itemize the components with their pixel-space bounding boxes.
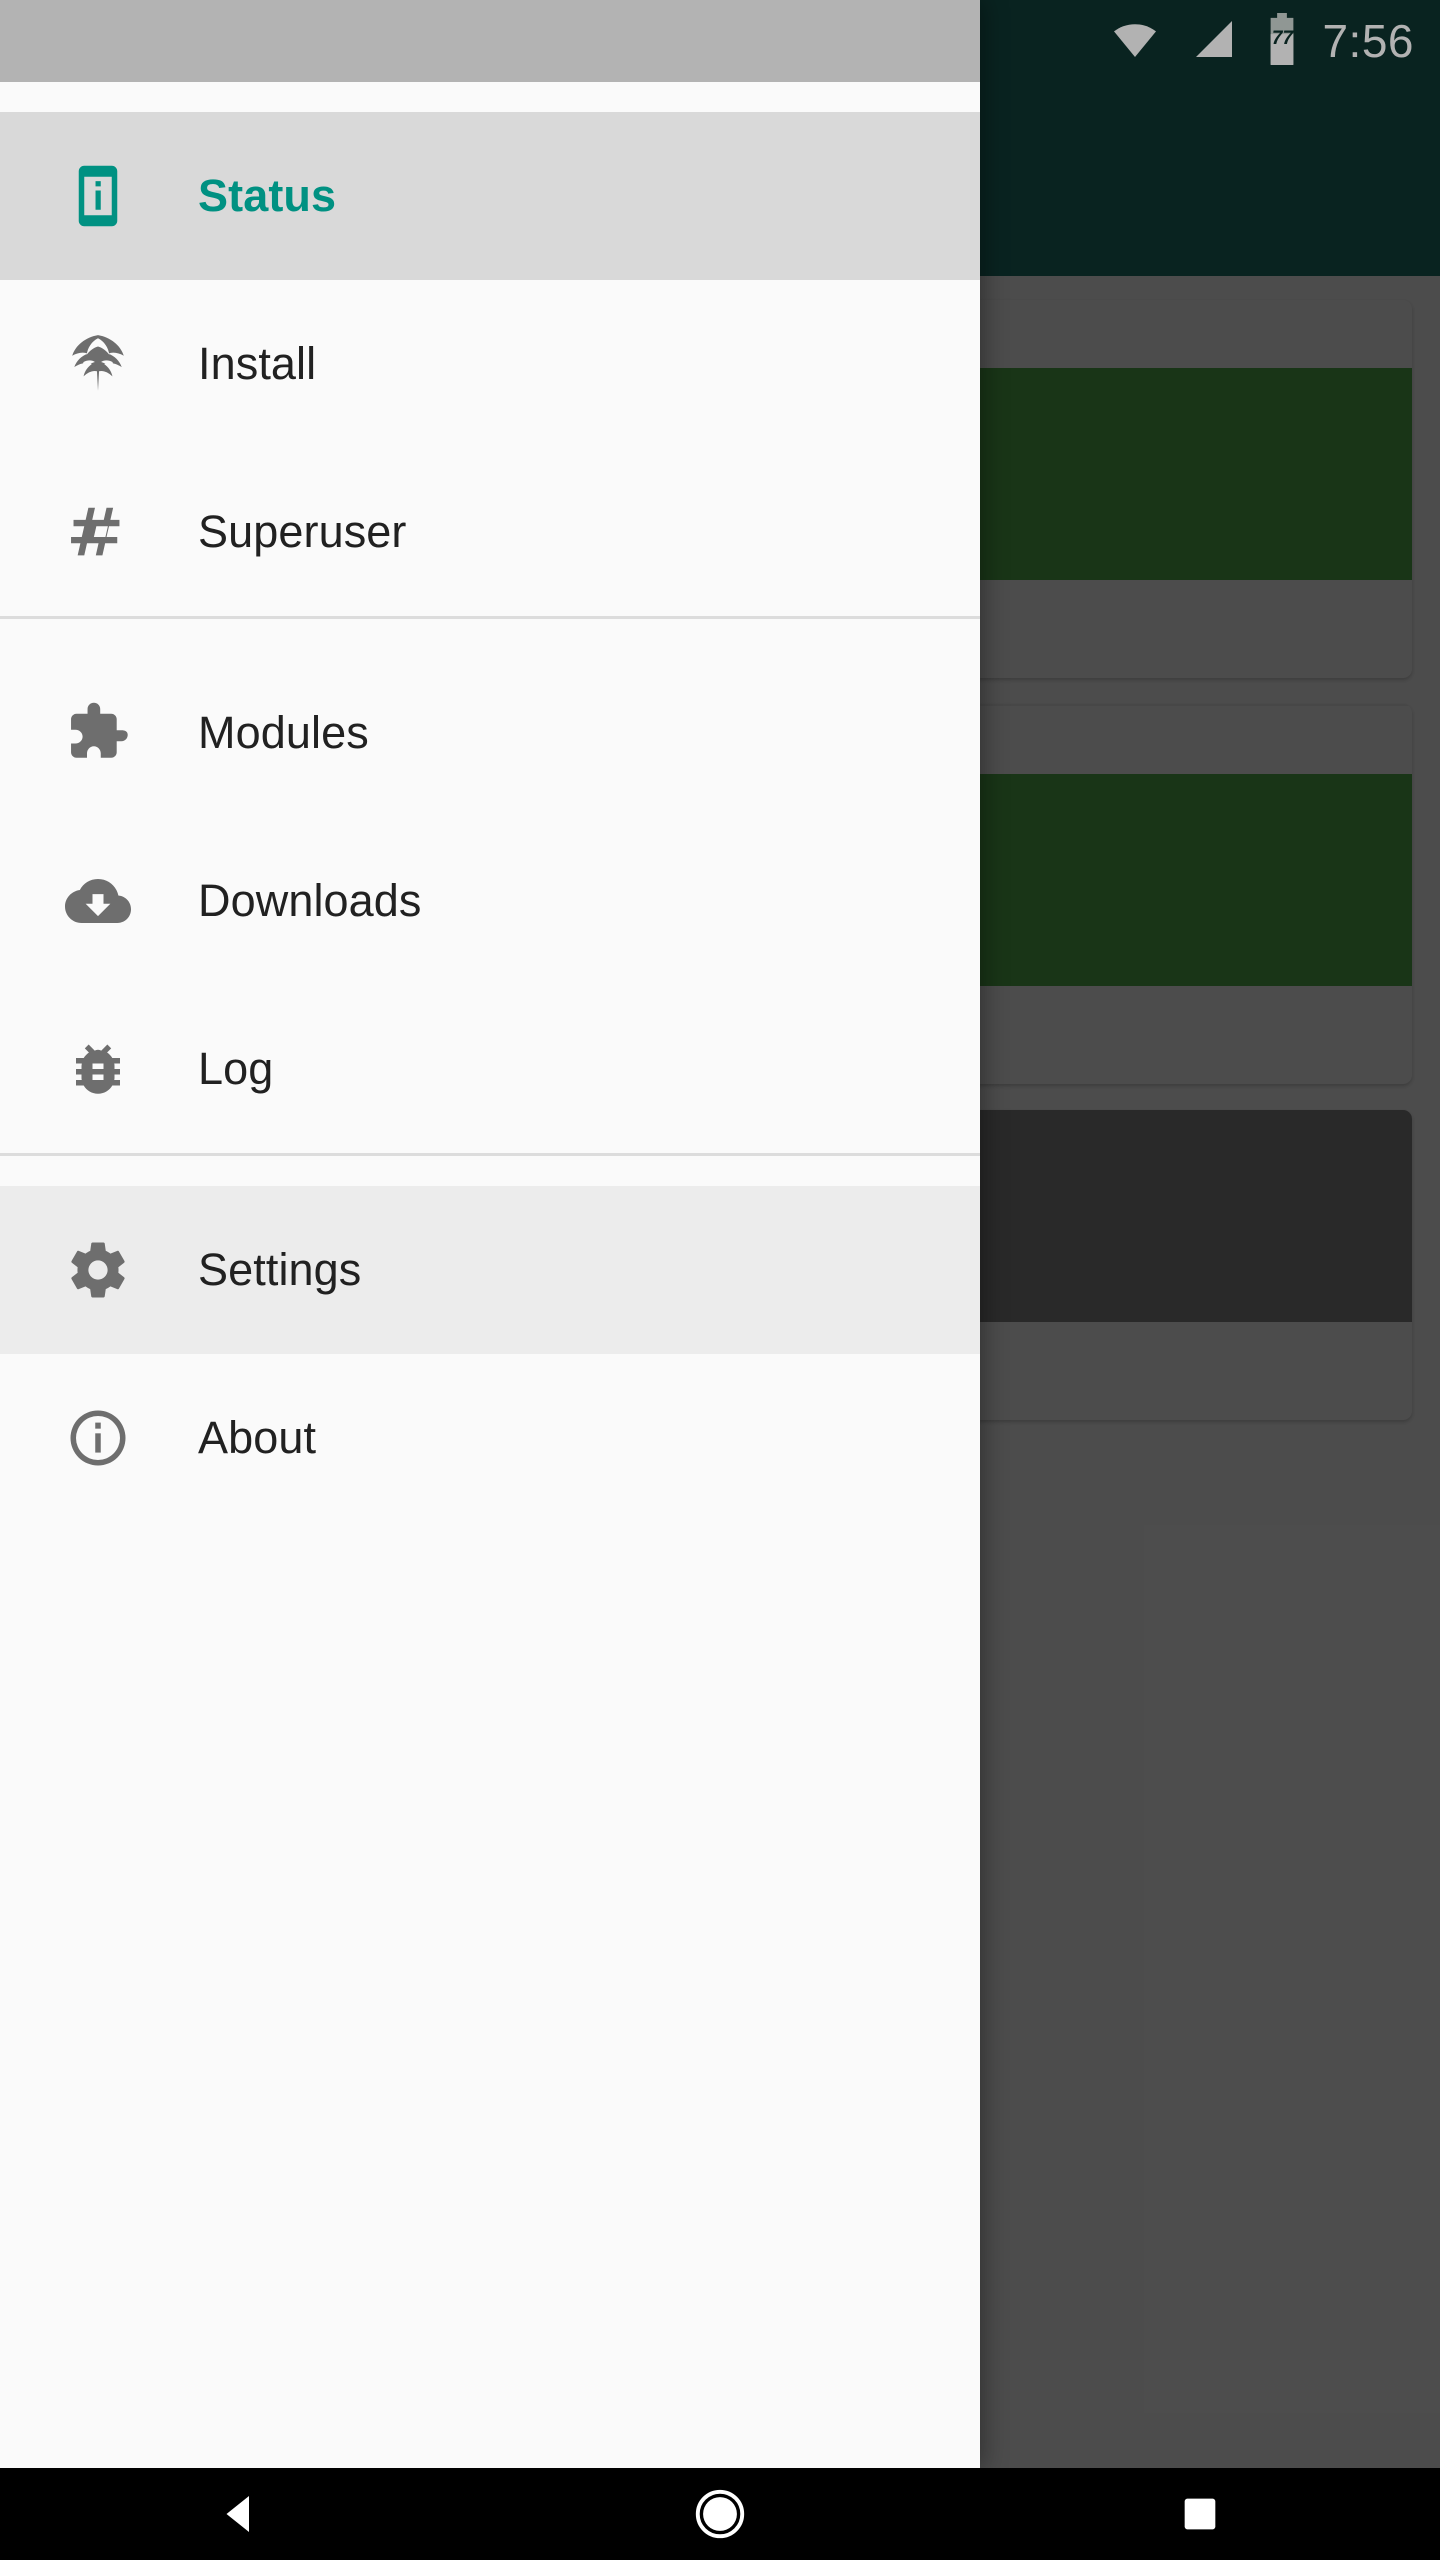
sidebar-item-superuser[interactable]: Superuser — [0, 448, 980, 616]
sidebar-item-label: Superuser — [198, 506, 407, 557]
sidebar-item-about[interactable]: About — [0, 1354, 980, 1522]
sidebar-item-label: Settings — [198, 1244, 362, 1295]
drawer-status-bar-spacer — [0, 0, 980, 82]
back-button[interactable] — [0, 2468, 480, 2560]
navigation-drawer: Status Install Superuser Modules Downloa… — [0, 0, 980, 2468]
sidebar-item-downloads[interactable]: Downloads — [0, 817, 980, 985]
phone-screen: 77 7:56 ...talled ) ...ck — [0, 0, 1440, 2560]
sidebar-item-label: Downloads — [198, 875, 422, 926]
hash-icon — [44, 499, 152, 565]
puzzle-piece-icon — [44, 700, 152, 766]
sidebar-item-label: About — [198, 1412, 317, 1463]
phone-info-icon — [44, 163, 152, 229]
cloud-download-icon — [44, 868, 152, 934]
drawer-group-spacer — [0, 619, 980, 649]
recents-button[interactable] — [960, 2468, 1440, 2560]
sidebar-item-label: Modules — [198, 707, 369, 758]
system-navigation-bar — [0, 2468, 1440, 2560]
drawer-top-spacer — [0, 82, 980, 112]
sidebar-item-label: Status — [198, 170, 337, 221]
drawer-group-spacer — [0, 1156, 980, 1186]
sidebar-item-modules[interactable]: Modules — [0, 649, 980, 817]
sidebar-item-label: Install — [198, 338, 317, 389]
gear-icon — [44, 1237, 152, 1303]
sidebar-item-status[interactable]: Status — [0, 112, 980, 280]
info-circle-icon — [44, 1405, 152, 1471]
home-button[interactable] — [480, 2468, 960, 2560]
sidebar-item-install[interactable]: Install — [0, 280, 980, 448]
magisk-mask-icon — [44, 331, 152, 397]
sidebar-item-log[interactable]: Log — [0, 985, 980, 1153]
sidebar-item-settings[interactable]: Settings — [0, 1186, 980, 1354]
bug-icon — [44, 1036, 152, 1102]
sidebar-item-label: Log — [198, 1043, 274, 1094]
